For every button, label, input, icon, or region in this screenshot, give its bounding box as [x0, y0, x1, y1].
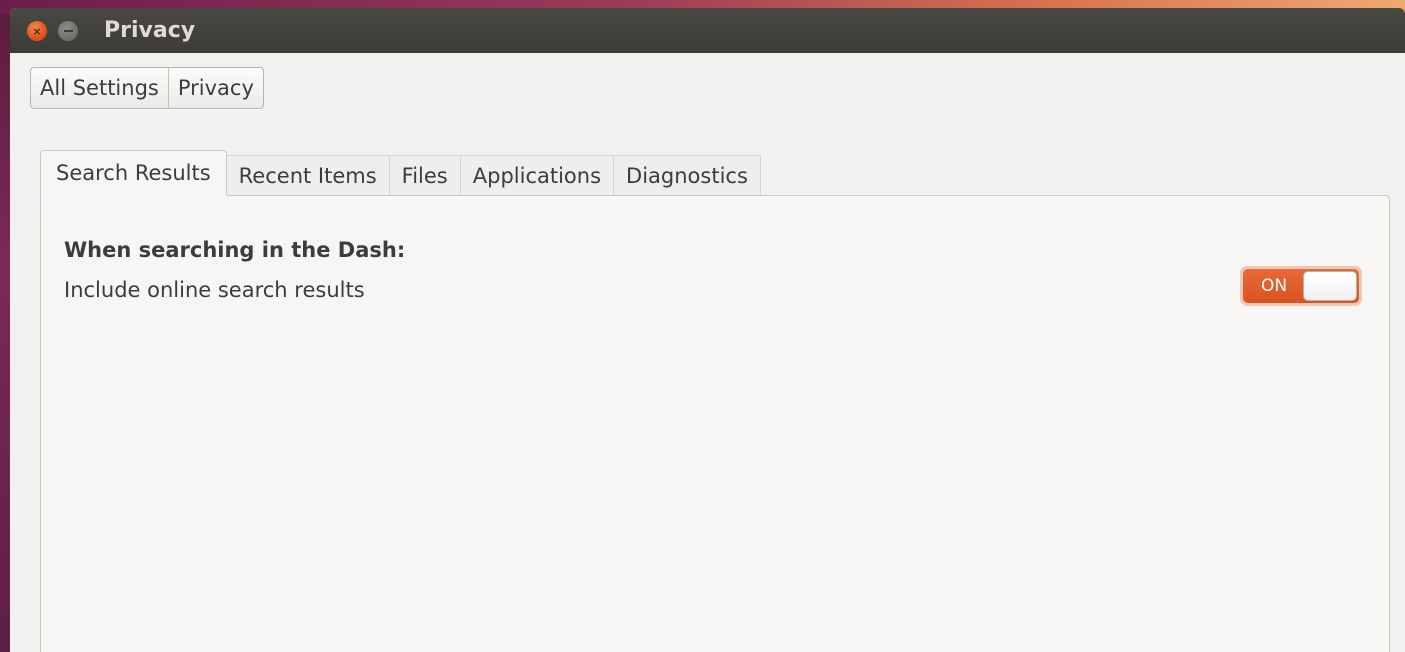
minimize-icon [63, 30, 73, 32]
breadcrumb: All Settings Privacy [30, 67, 264, 109]
toggle-on-label: ON [1260, 276, 1288, 296]
tab-recent-items[interactable]: Recent Items [226, 155, 390, 196]
breadcrumb-privacy-button[interactable]: Privacy [167, 68, 263, 108]
section-heading: When searching in the Dash: [64, 238, 406, 262]
close-icon: × [32, 24, 42, 38]
toggle-knob[interactable] [1303, 271, 1357, 301]
privacy-window: × Privacy All Settings Privacy Search Re… [10, 8, 1405, 652]
tab-files[interactable]: Files [389, 155, 461, 196]
tab-diagnostics[interactable]: Diagnostics [614, 155, 761, 196]
close-button[interactable]: × [27, 21, 47, 41]
tab-search-results[interactable]: Search Results [40, 150, 227, 196]
search-results-panel: When searching in the Dash: Include onli… [40, 195, 1390, 652]
tab-bar: Search Results Recent Items Files Applic… [40, 150, 761, 196]
online-search-toggle[interactable]: ON [1240, 266, 1362, 306]
toggle-track: ON [1243, 269, 1359, 303]
window-title: Privacy [104, 18, 196, 43]
title-bar[interactable]: × Privacy [10, 8, 1405, 53]
breadcrumb-all-settings-button[interactable]: All Settings [31, 68, 168, 108]
tab-applications[interactable]: Applications [460, 155, 615, 196]
minimize-button[interactable] [58, 21, 78, 41]
online-search-label: Include online search results [64, 278, 365, 302]
